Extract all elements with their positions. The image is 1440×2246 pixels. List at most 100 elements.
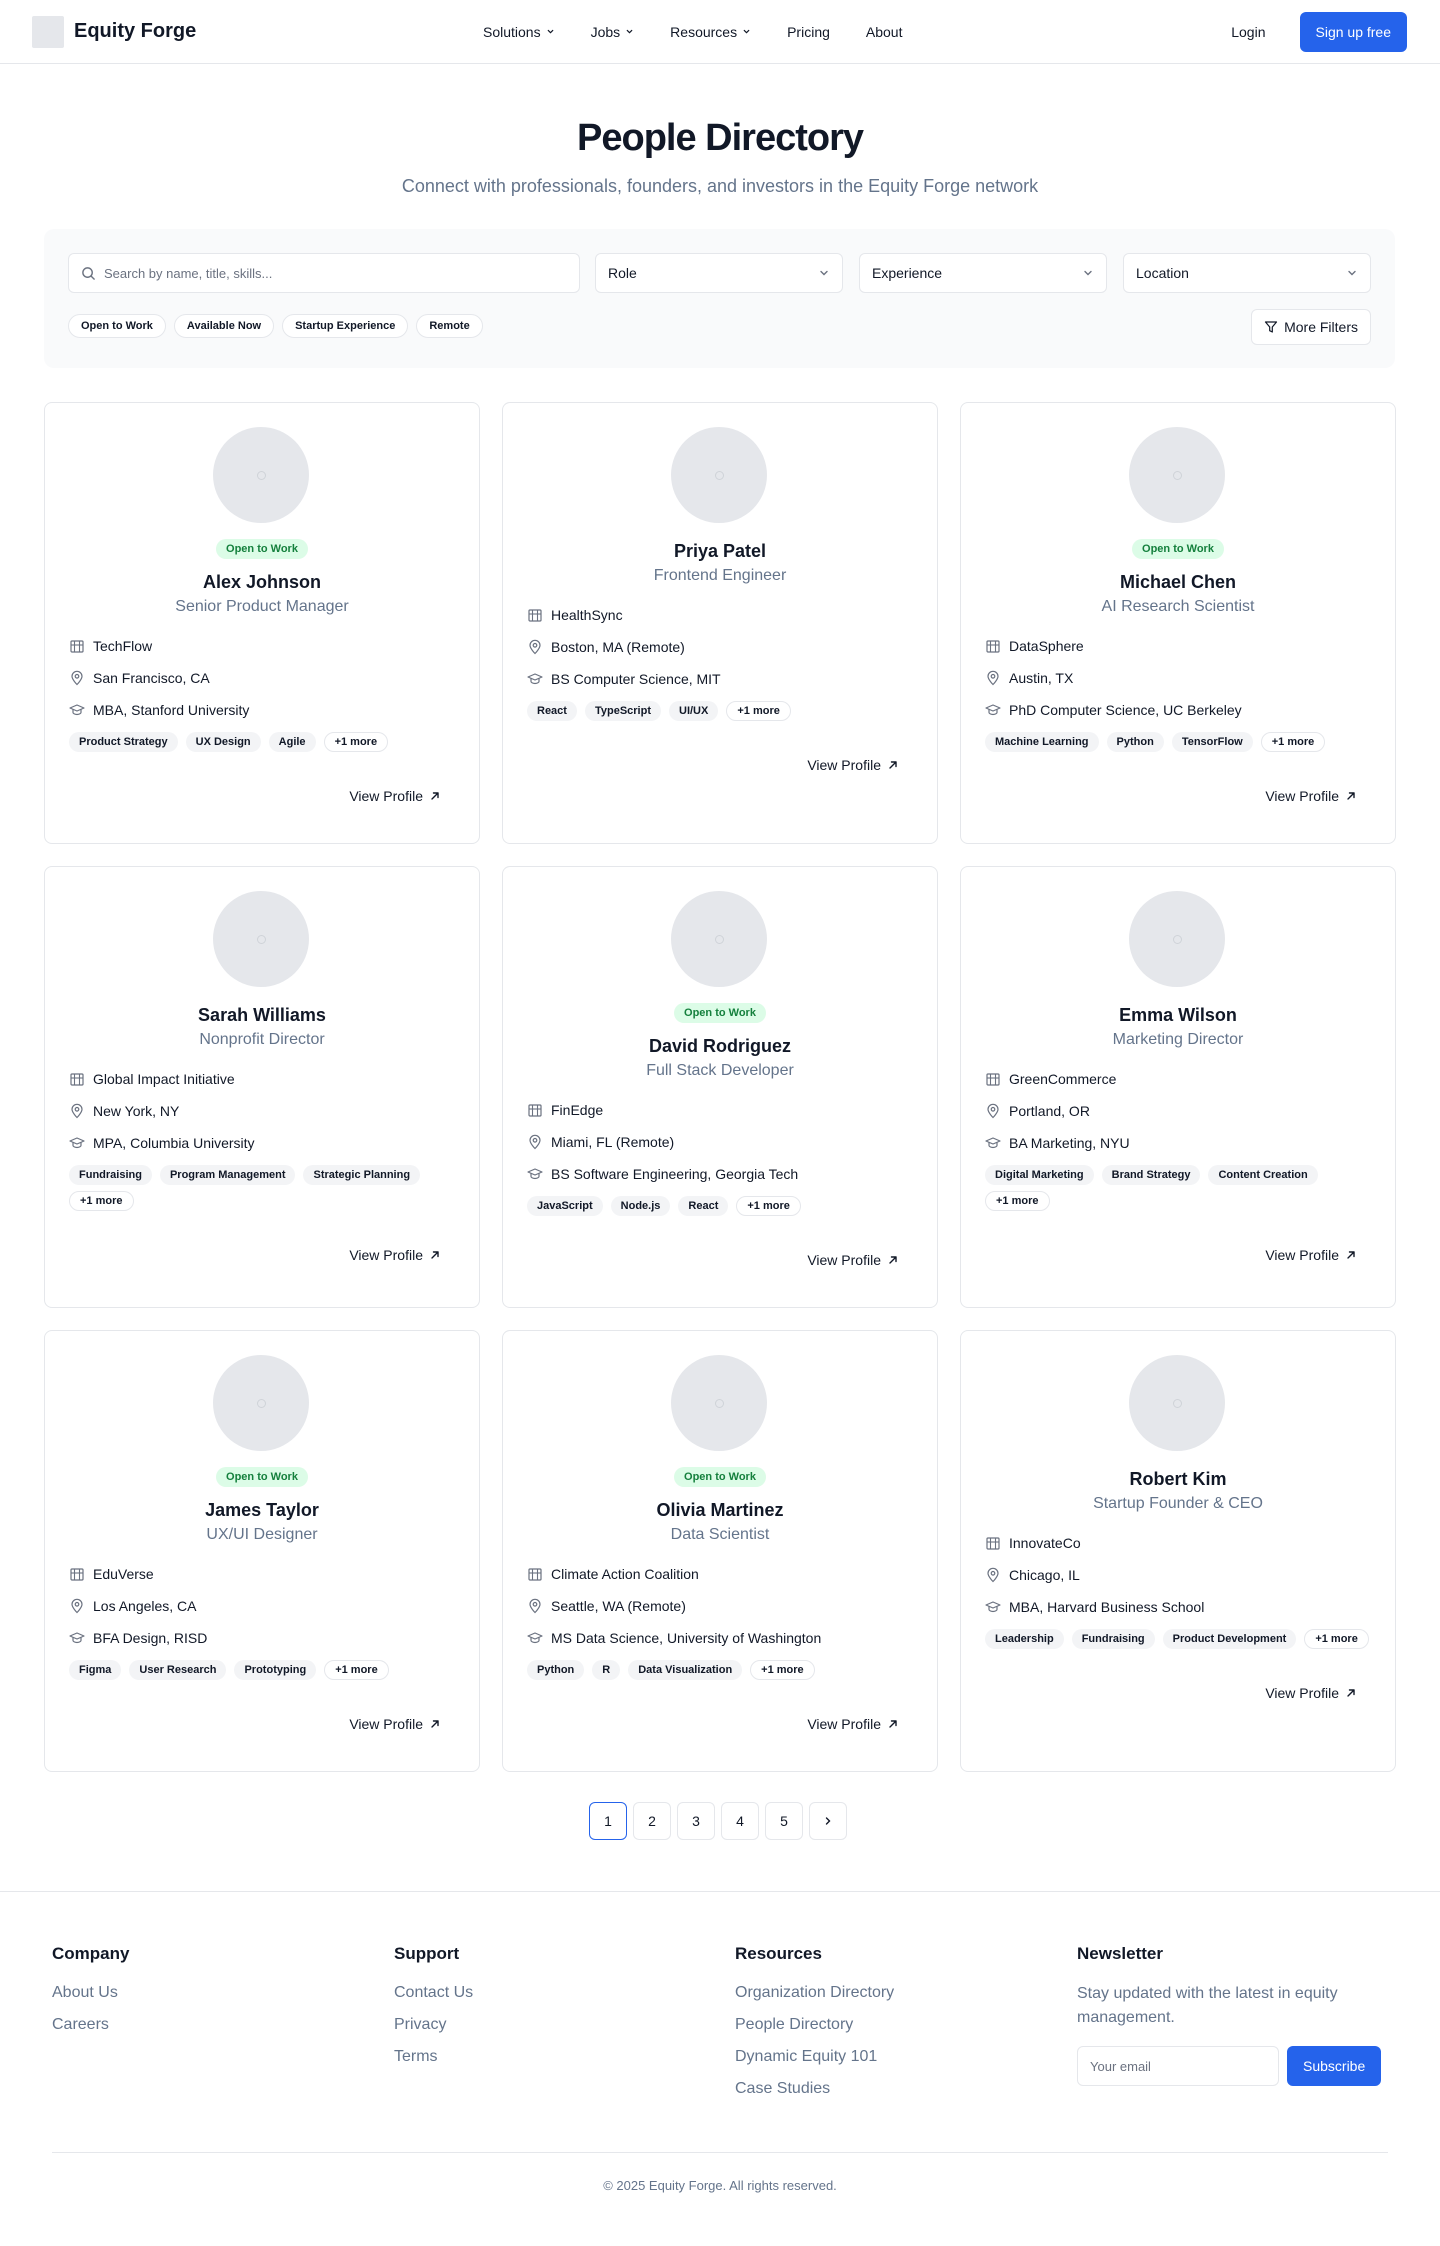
person-name[interactable]: Robert Kim — [961, 1467, 1395, 1491]
chip-open-to-work[interactable]: Open to Work — [68, 314, 166, 338]
footer-link-privacy[interactable]: Privacy — [394, 2014, 473, 2036]
location-select[interactable]: Location — [1123, 253, 1371, 293]
view-profile-link[interactable]: View Profile — [1265, 788, 1357, 804]
footer-link-careers[interactable]: Careers — [52, 2014, 129, 2036]
footer-link-contact-us[interactable]: Contact Us — [394, 1982, 473, 2004]
person-card[interactable]: Open to Work Michael Chen AI Research Scie… — [960, 402, 1396, 844]
avatar[interactable] — [1129, 427, 1225, 523]
footer-link-organization-directory[interactable]: Organization Directory — [735, 1982, 894, 2004]
person-name[interactable]: Emma Wilson — [961, 1003, 1395, 1027]
avatar[interactable] — [671, 891, 767, 987]
page-2-button[interactable]: 2 — [633, 1802, 671, 1840]
arrow-up-right-icon — [889, 1256, 897, 1264]
nav-link-solutions[interactable]: Solutions — [483, 24, 555, 40]
chip-startup-experience[interactable]: Startup Experience — [282, 314, 409, 338]
skill-tag: Fundraising — [1071, 1629, 1155, 1649]
person-education-row: BFA Design, RISD — [69, 1628, 455, 1648]
person-details: FinEdge Miami, FL (Remote) BS Software Eng… — [503, 1100, 937, 1184]
page-3-button[interactable]: 3 — [677, 1802, 715, 1840]
more-skills-tag[interactable]: +1 more — [1260, 732, 1326, 752]
search-box[interactable] — [68, 253, 580, 293]
view-profile-link[interactable]: View Profile — [349, 1716, 441, 1732]
person-card[interactable]: Open to Work Olivia Martinez Data Scientis… — [502, 1330, 938, 1772]
view-profile-link[interactable]: View Profile — [1265, 1247, 1357, 1263]
person-name[interactable]: Olivia Martinez — [503, 1498, 937, 1522]
avatar[interactable] — [213, 1355, 309, 1451]
signup-button[interactable]: Sign up free — [1299, 11, 1407, 52]
brand[interactable]: Equity Forge — [32, 15, 196, 48]
more-skills-tag[interactable]: +1 more — [69, 1191, 134, 1211]
more-filters-button[interactable]: More Filters — [1251, 309, 1371, 345]
footer-link-people-directory[interactable]: People Directory — [735, 2014, 894, 2036]
subscribe-button[interactable]: Subscribe — [1287, 2046, 1382, 2086]
search-input[interactable] — [104, 265, 554, 281]
experience-select[interactable]: Experience — [859, 253, 1107, 293]
more-skills-tag[interactable]: +1 more — [985, 1191, 1050, 1211]
person-name[interactable]: James Taylor — [45, 1498, 479, 1522]
newsletter-email-input[interactable] — [1077, 2046, 1279, 2086]
person-education-row: BA Marketing, NYU — [985, 1133, 1371, 1153]
person-name[interactable]: Priya Patel — [503, 539, 937, 563]
person-details: Global Impact Initiative New York, NY MPA,… — [45, 1069, 479, 1153]
avatar[interactable] — [1129, 891, 1225, 987]
person-education-row: MBA, Harvard Business School — [985, 1597, 1371, 1617]
view-profile-link[interactable]: View Profile — [807, 757, 899, 773]
person-card[interactable]: Open to Work James Taylor UX/UI Designer Ed… — [44, 1330, 480, 1772]
pagination: 12345 — [589, 1802, 847, 1840]
person-name[interactable]: David Rodriguez — [503, 1034, 937, 1058]
nav-link-pricing[interactable]: Pricing — [787, 24, 830, 40]
footer-link-about-us[interactable]: About Us — [52, 1982, 129, 2004]
skill-tag: React — [678, 1196, 729, 1216]
more-skills-tag[interactable]: +1 more — [324, 1660, 389, 1680]
chip-available-now[interactable]: Available Now — [173, 314, 275, 338]
page-1-button[interactable]: 1 — [589, 1802, 627, 1840]
login-link[interactable]: Login — [1221, 16, 1275, 48]
person-card[interactable]: Open to Work David Rodriguez Full Stack De… — [502, 866, 938, 1308]
person-card[interactable]: Sarah Williams Nonprofit Director Global I… — [44, 866, 480, 1308]
person-name[interactable]: Alex Johnson — [45, 570, 479, 594]
next-page-button[interactable] — [809, 1802, 847, 1840]
nav-link-about[interactable]: About — [866, 24, 903, 40]
role-select[interactable]: Role — [595, 253, 843, 293]
map-pin-icon — [987, 1567, 999, 1583]
skill-tag: Product Development — [1162, 1629, 1297, 1649]
page-4-button[interactable]: 4 — [721, 1802, 759, 1840]
footer-link-terms[interactable]: Terms — [394, 2046, 473, 2068]
skill-tag: Leadership — [985, 1629, 1064, 1649]
avatar[interactable] — [671, 427, 767, 523]
avatar[interactable] — [1129, 1355, 1225, 1451]
person-education-row: BS Software Engineering, Georgia Tech — [527, 1164, 913, 1184]
person-name[interactable]: Sarah Williams — [45, 1003, 479, 1027]
badge-row: Open to Work — [45, 539, 479, 570]
person-details: EduVerse Los Angeles, CA BFA Design, RISD — [45, 1564, 479, 1648]
more-skills-tag[interactable]: +1 more — [726, 701, 791, 721]
more-skills-tag[interactable]: +1 more — [323, 732, 389, 752]
view-profile-link[interactable]: View Profile — [807, 1716, 899, 1732]
view-profile-link[interactable]: View Profile — [349, 1247, 441, 1263]
map-pin-icon — [529, 1134, 541, 1150]
person-education: BS Software Engineering, Georgia Tech — [551, 1166, 799, 1182]
avatar[interactable] — [213, 427, 309, 523]
nav-link-label: Pricing — [787, 23, 830, 40]
more-skills-tag[interactable]: +1 more — [736, 1196, 801, 1216]
more-skills-tag[interactable]: +1 more — [750, 1660, 815, 1680]
view-profile-link[interactable]: View Profile — [807, 1252, 899, 1268]
nav-link-jobs[interactable]: Jobs — [591, 24, 635, 40]
person-card[interactable]: Robert Kim Startup Founder & CEO InnovateC… — [960, 1330, 1396, 1772]
more-skills-tag[interactable]: +1 more — [1304, 1629, 1369, 1649]
nav-link-resources[interactable]: Resources — [670, 24, 751, 40]
building-icon — [986, 640, 1000, 653]
view-profile-link[interactable]: View Profile — [1265, 1685, 1357, 1701]
footer-link-dynamic-equity-101[interactable]: Dynamic Equity 101 — [735, 2046, 894, 2068]
view-profile-link[interactable]: View Profile — [349, 788, 441, 804]
chip-remote[interactable]: Remote — [416, 314, 483, 338]
avatar[interactable] — [213, 891, 309, 987]
person-name[interactable]: Michael Chen — [961, 570, 1395, 594]
person-card[interactable]: Priya Patel Frontend Engineer HealthSync Bo… — [502, 402, 938, 844]
footer-link-case-studies[interactable]: Case Studies — [735, 2078, 894, 2100]
page-5-button[interactable]: 5 — [765, 1802, 803, 1840]
person-card[interactable]: Open to Work Alex Johnson Senior Product M… — [44, 402, 480, 844]
person-card[interactable]: Emma Wilson Marketing Director GreenCommer… — [960, 866, 1396, 1308]
person-location-row: Austin, TX — [985, 668, 1371, 688]
avatar[interactable] — [671, 1355, 767, 1451]
